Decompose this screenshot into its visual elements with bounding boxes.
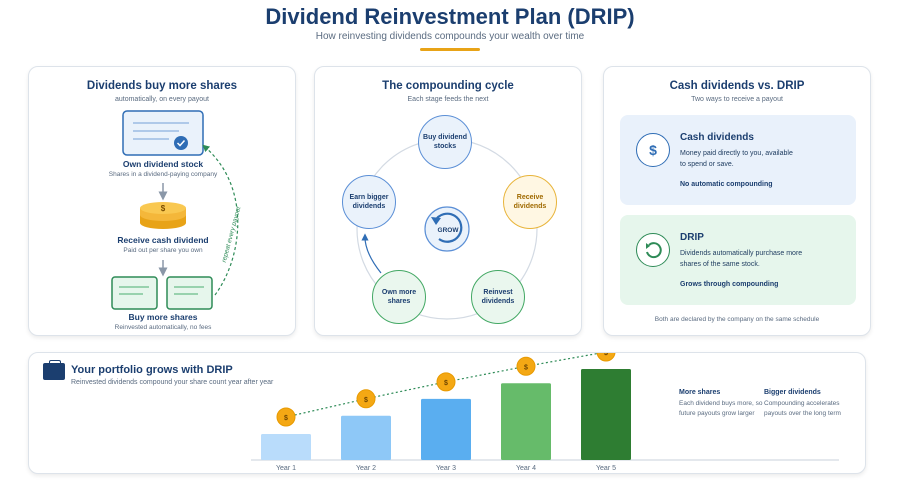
drip-tag: Grows through compounding — [680, 281, 779, 288]
x-tick-label: Year 1 — [276, 465, 296, 472]
step2-sub: Paid out per share you own — [123, 247, 203, 254]
bar-3 — [421, 398, 471, 460]
cash-dividends-card: $ Cash dividends Money paid directly to … — [620, 115, 856, 205]
coin-symbol: $ — [364, 397, 368, 404]
bar-2 — [341, 415, 391, 460]
flow-graphics: $ repeat every payout — [111, 110, 243, 310]
share-cards-icon — [111, 276, 213, 310]
x-tick-label: Year 4 — [516, 465, 536, 472]
coin-stack-icon: $ — [140, 202, 186, 229]
dollar-icon: $ — [636, 133, 670, 167]
compare-panel: Cash dividends vs. DRIP Two ways to rece… — [603, 66, 871, 336]
grow-icon: GROW — [424, 206, 470, 252]
note-bigger-dividends-desc: Compounding accelerates payouts over the… — [764, 400, 841, 417]
cash-desc: Money paid directly to you, available to… — [680, 150, 793, 168]
coin-symbol: $ — [524, 364, 528, 371]
note-bigger-dividends-title: Bigger dividends — [764, 389, 821, 396]
bar-5 — [581, 369, 631, 460]
x-tick-label: Year 5 — [596, 465, 616, 472]
cycle-arrow — [361, 233, 382, 274]
cycle-panel: The compounding cycle Each stage feeds t… — [314, 66, 582, 336]
step2-title: Receive cash dividend — [117, 235, 209, 245]
coin-symbol: $ — [444, 380, 448, 387]
coin-symbol: $ — [284, 415, 288, 422]
step1-sub: Shares in a dividend-paying company — [108, 171, 218, 178]
cycle-node-earn: Earn bigger dividends — [342, 175, 396, 229]
step3-sub: Reinvested automatically, no fees — [114, 324, 212, 331]
cycle-node-receive: Receive dividends — [503, 175, 557, 229]
cash-tag: No automatic compounding — [680, 181, 773, 188]
title-underline — [420, 48, 480, 51]
step1-title: Own dividend stock — [122, 159, 204, 169]
bar-4 — [501, 383, 551, 460]
page-subtitle: How reinvesting dividends compounds your… — [315, 31, 585, 42]
x-tick-label: Year 2 — [356, 465, 376, 472]
compare-title: Cash dividends vs. DRIP — [669, 80, 805, 92]
cycle-node-own: Own more shares — [372, 270, 426, 324]
note-more-shares-desc: Each dividend buys more, so future payou… — [679, 400, 763, 417]
compare-footer: Both are declared by the company on the … — [654, 316, 820, 323]
certificate-icon — [122, 110, 204, 156]
bar-1 — [261, 434, 311, 460]
cycle-node-buy: Buy dividend stocks — [418, 115, 472, 169]
drip-title: DRIP — [680, 232, 704, 243]
coin-symbol: $ — [604, 353, 608, 357]
cycle-node-reinvest: Reinvest dividends — [471, 270, 525, 324]
growth-panel: Your portfolio grows with DRIP Reinveste… — [28, 352, 866, 474]
step3-title: Buy more shares — [128, 312, 198, 322]
note-more-shares-title: More shares — [679, 389, 721, 396]
cash-title: Cash dividends — [680, 132, 754, 143]
drip-card: DRIP Dividends automatically purchase mo… — [620, 215, 856, 305]
page-title: Dividend Reinvestment Plan (DRIP) — [265, 4, 635, 29]
grow-label: GROW — [438, 227, 460, 234]
compare-subtitle: Two ways to receive a payout — [691, 96, 783, 103]
reinvest-icon — [636, 233, 670, 267]
flow-panel: Dividends buy more shares automatically,… — [28, 66, 296, 336]
coin-symbol: $ — [161, 204, 166, 213]
x-tick-label: Year 3 — [436, 465, 456, 472]
drip-desc: Dividends automatically purchase more sh… — [680, 250, 803, 268]
